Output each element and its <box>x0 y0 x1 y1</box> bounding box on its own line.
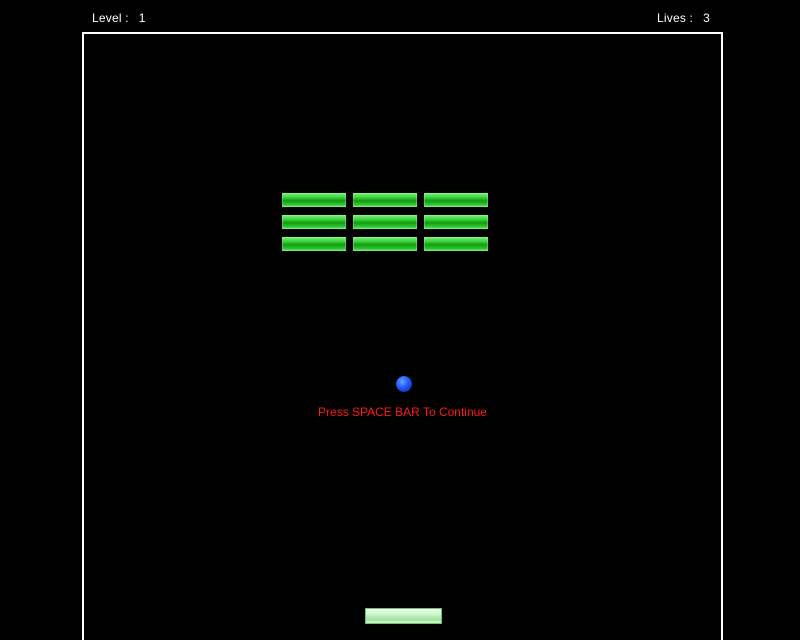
brick-grid <box>282 193 489 252</box>
brick <box>282 237 346 251</box>
level-label: Level : <box>92 11 129 25</box>
brick <box>282 215 346 229</box>
paddle[interactable] <box>365 608 442 624</box>
brick <box>424 237 488 251</box>
continue-message: Press SPACE BAR To Continue <box>318 405 487 419</box>
brick <box>353 193 417 207</box>
level-value: 1 <box>138 11 146 25</box>
playfield[interactable]: Press SPACE BAR To Continue <box>82 32 723 640</box>
ball <box>396 376 412 392</box>
lives-value: 3 <box>703 11 710 25</box>
brick <box>424 215 488 229</box>
brick <box>424 193 488 207</box>
brick <box>282 193 346 207</box>
lives-indicator: Lives : 3 <box>657 11 710 25</box>
brick <box>353 215 417 229</box>
level-indicator: Level : 1 <box>92 11 146 25</box>
brick <box>353 237 417 251</box>
game-screen[interactable]: Level : 1 Lives : 3 Press SPACE BAR To Con… <box>0 0 800 640</box>
lives-label: Lives : <box>657 11 694 25</box>
